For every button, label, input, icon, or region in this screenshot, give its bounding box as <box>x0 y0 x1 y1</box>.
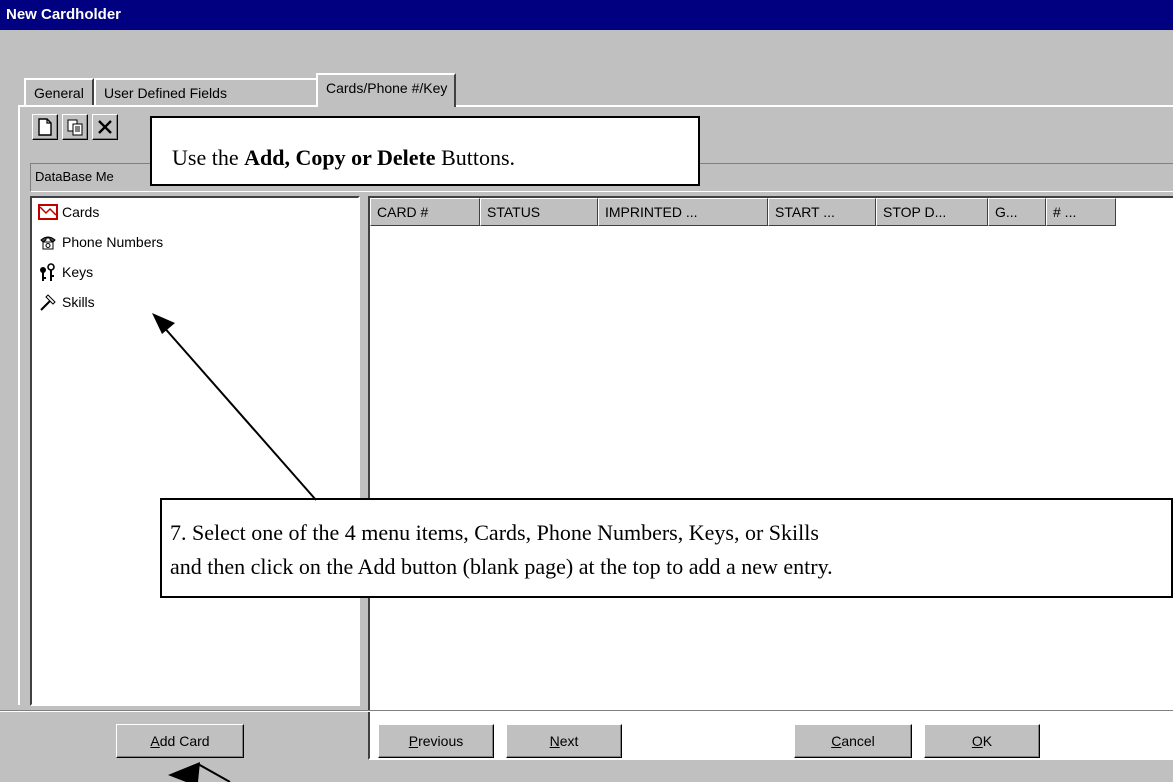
arrow-to-menu-head <box>152 313 175 334</box>
arrow-to-add-card-line <box>197 763 231 782</box>
arrow-to-menu-line <box>161 324 317 501</box>
annotation-arrows <box>152 313 317 782</box>
arrow-to-add-card-head <box>168 762 200 782</box>
